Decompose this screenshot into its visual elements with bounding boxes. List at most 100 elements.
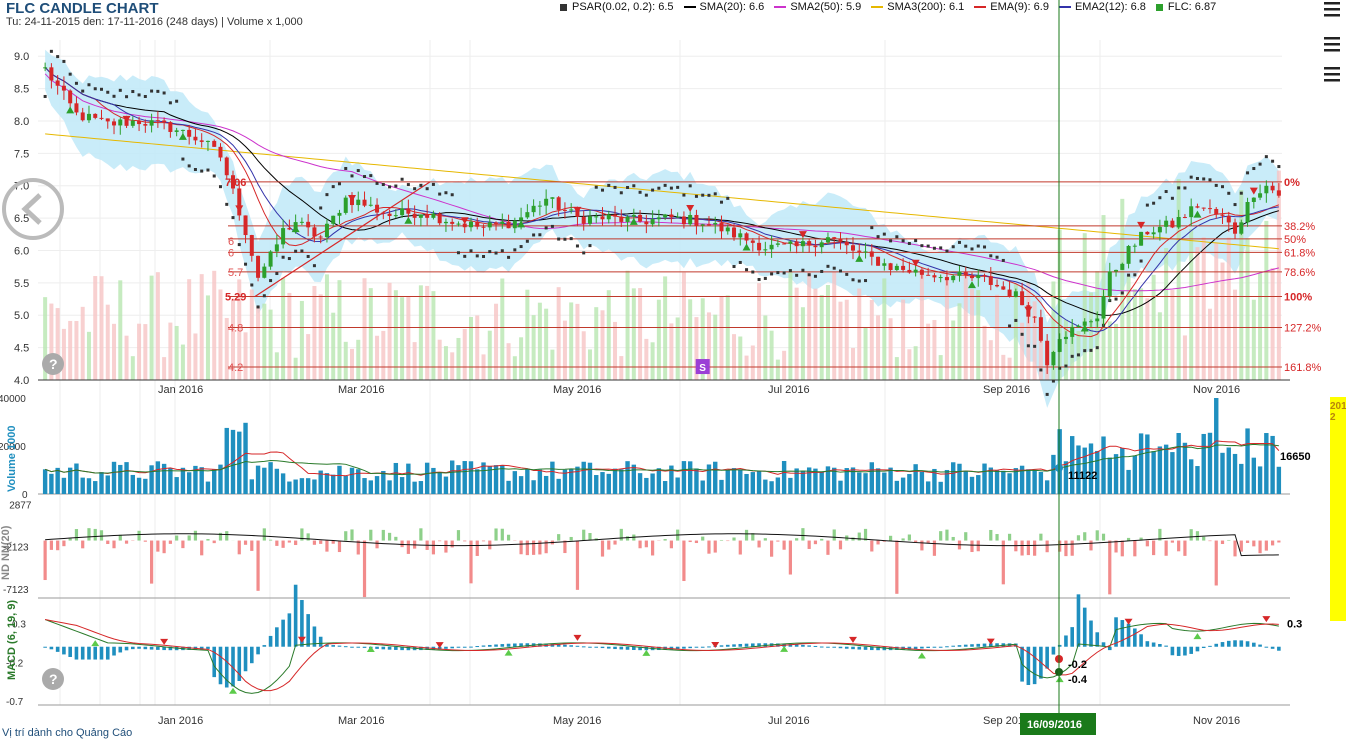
help-circle-icon[interactable]: ? bbox=[42, 668, 64, 690]
volume-bar bbox=[205, 481, 211, 494]
bg-volume-bar bbox=[951, 320, 956, 380]
candle-body bbox=[318, 236, 323, 238]
psar-dot bbox=[1095, 346, 1099, 350]
netflow-bar bbox=[56, 540, 60, 551]
psar-dot bbox=[651, 188, 655, 192]
volume-bar bbox=[1051, 454, 1056, 494]
fib-low-label: 5.29 bbox=[225, 291, 246, 303]
netflow-bar bbox=[350, 529, 354, 541]
bg-volume-bar bbox=[1020, 322, 1025, 380]
macd-histogram-bar bbox=[1245, 641, 1250, 647]
candle-body bbox=[1038, 317, 1043, 341]
back-arrow-circle-icon[interactable] bbox=[2, 178, 64, 240]
volume-bar bbox=[913, 464, 918, 494]
volume-bar bbox=[556, 478, 561, 494]
candle-body bbox=[757, 242, 762, 251]
chart-canvas[interactable]: 9.08.58.07.57.06.56.05.55.04.54.00%38.2%… bbox=[0, 0, 1346, 745]
macd-buy-icon bbox=[504, 649, 513, 656]
psar-dot bbox=[419, 183, 423, 187]
psar-dot bbox=[519, 245, 523, 249]
bg-volume-bar bbox=[744, 355, 749, 380]
candle-body bbox=[819, 242, 824, 248]
psar-dot bbox=[150, 89, 154, 93]
psar-dot bbox=[525, 239, 529, 243]
candle-body bbox=[331, 215, 336, 224]
bg-volume-bar bbox=[1170, 290, 1175, 380]
macd-histogram-bar bbox=[744, 643, 749, 647]
psar-dot bbox=[331, 185, 335, 189]
volume-bar bbox=[349, 467, 355, 494]
psar-dot bbox=[983, 245, 987, 249]
candle-body bbox=[1057, 339, 1062, 352]
bg-volume-bar bbox=[112, 323, 117, 380]
candle-body bbox=[1195, 206, 1200, 208]
netflow-bar bbox=[237, 540, 241, 555]
bg-volume-bar bbox=[587, 349, 592, 380]
bg-volume-bar bbox=[800, 307, 805, 380]
netflow-bar bbox=[344, 531, 348, 541]
candle-body bbox=[951, 275, 956, 281]
macd-histogram-bar bbox=[1032, 646, 1037, 685]
candle-body bbox=[1220, 214, 1225, 216]
macd-histogram-bar bbox=[1258, 644, 1262, 647]
netflow-tick-label: 2877 bbox=[9, 500, 32, 511]
fib-high-label: 7.06 bbox=[225, 177, 246, 189]
macd-histogram-bar bbox=[1133, 628, 1137, 647]
macd-buy-icon bbox=[642, 649, 651, 656]
candle-body bbox=[68, 90, 73, 104]
bg-volume-bar bbox=[537, 302, 542, 380]
candle-body bbox=[894, 265, 899, 271]
bg-volume-bar bbox=[381, 330, 386, 380]
macd-buy-icon bbox=[1193, 633, 1202, 640]
volume-bar bbox=[700, 480, 705, 494]
volume-bar bbox=[581, 461, 586, 494]
netflow-bar bbox=[644, 540, 648, 548]
bg-volume-bar bbox=[832, 271, 837, 380]
netflow-bar bbox=[1114, 540, 1118, 553]
candle-body bbox=[218, 146, 223, 158]
volume-bar bbox=[550, 461, 555, 494]
candle-body bbox=[913, 269, 918, 273]
netflow-bar bbox=[557, 534, 561, 541]
bg-volume-bar bbox=[456, 337, 461, 380]
bollinger-band bbox=[45, 49, 1279, 408]
volume-bar bbox=[1176, 433, 1181, 494]
netflow-bar bbox=[87, 528, 91, 541]
help-circle-icon[interactable]: ? bbox=[42, 353, 64, 375]
macd-sell-icon bbox=[435, 642, 444, 649]
bg-volume-bar bbox=[844, 299, 849, 380]
bg-volume-bar bbox=[462, 328, 467, 380]
candle-body bbox=[1032, 316, 1037, 318]
macd-histogram-bar bbox=[343, 646, 348, 648]
candle-body bbox=[1164, 220, 1169, 227]
candle-body bbox=[938, 277, 943, 279]
volume-bar bbox=[312, 479, 317, 494]
macd-histogram-bar bbox=[318, 636, 323, 647]
psar-dot bbox=[1227, 191, 1231, 195]
netflow-bar bbox=[1220, 540, 1225, 545]
bg-volume-bar bbox=[268, 309, 273, 380]
fib-left-label: 6 bbox=[228, 236, 234, 248]
bg-volume-bar bbox=[644, 338, 649, 380]
y-tick-label: 4.0 bbox=[14, 375, 29, 387]
volume-bar bbox=[130, 474, 136, 494]
candle-body bbox=[857, 250, 862, 252]
macd-histogram-bar bbox=[738, 643, 743, 647]
volume-cursor-value: 11122 bbox=[1068, 470, 1097, 482]
psar-dot bbox=[838, 269, 842, 273]
bg-volume-bar bbox=[581, 331, 586, 380]
netflow-bar bbox=[607, 540, 611, 550]
candle-body bbox=[61, 85, 66, 91]
psar-dot bbox=[450, 193, 454, 197]
psar-dot bbox=[99, 87, 103, 91]
psar-dot bbox=[350, 174, 354, 178]
volume-bar bbox=[268, 462, 273, 494]
volume-bar bbox=[1188, 459, 1194, 494]
candle-body bbox=[162, 120, 167, 123]
psar-dot bbox=[256, 305, 260, 309]
bg-volume-bar bbox=[1114, 323, 1119, 380]
candle-body bbox=[1132, 245, 1137, 247]
candle-body bbox=[600, 216, 605, 220]
candle-body bbox=[613, 214, 618, 217]
netflow-bar bbox=[613, 540, 617, 545]
